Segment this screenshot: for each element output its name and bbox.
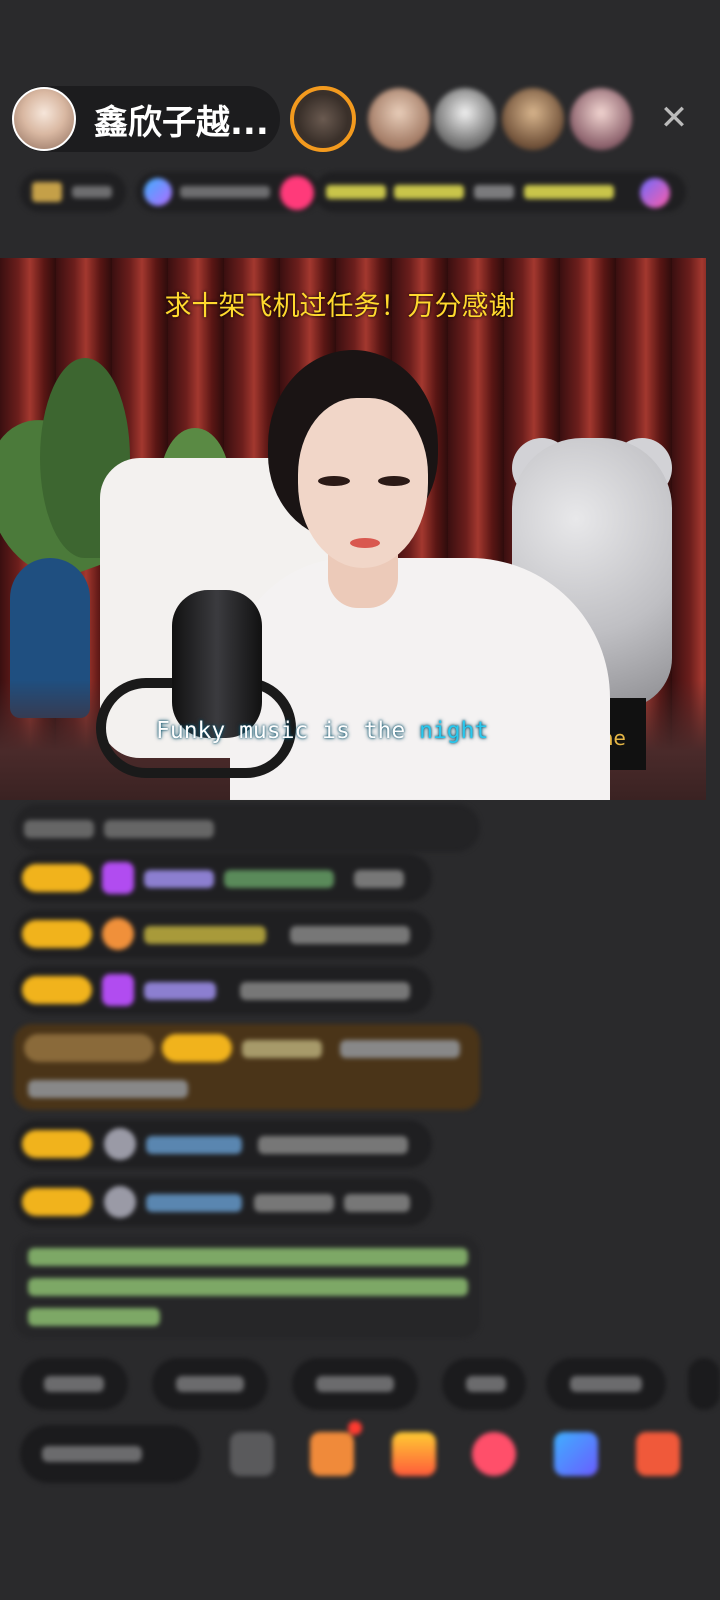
lyric-highlight: night	[419, 718, 489, 744]
system-notice	[14, 1236, 480, 1338]
heart-gift-icon[interactable]	[472, 1432, 516, 1476]
viewer-avatar-4[interactable]	[502, 88, 564, 150]
announcement-chip[interactable]	[314, 172, 686, 212]
viewer-avatar-2[interactable]	[368, 88, 430, 150]
live-video[interactable]: me 求十架飞机过任务！万分感谢 Funky music is the nigh…	[0, 258, 706, 800]
lyric-text: Funky music is the	[156, 718, 420, 744]
gift-bag-icon[interactable]	[310, 1432, 354, 1476]
quick-reply-chip[interactable]	[20, 1358, 128, 1410]
list-item[interactable]	[14, 910, 432, 958]
gift-box-icon[interactable]	[392, 1432, 436, 1476]
list-item[interactable]	[14, 804, 480, 852]
fans-chip[interactable]	[136, 172, 320, 212]
header-info-row	[20, 172, 686, 216]
streamer-face	[298, 398, 428, 568]
close-icon[interactable]: ✕	[654, 98, 694, 138]
host-avatar[interactable]	[12, 87, 76, 151]
game-icon[interactable]	[554, 1432, 598, 1476]
more-icon[interactable]	[636, 1432, 680, 1476]
list-item[interactable]	[14, 1178, 432, 1226]
host-info-pill[interactable]: 鑫欣子越...	[12, 86, 280, 152]
lyric-line: Funky music is the night	[156, 718, 488, 744]
list-item[interactable]	[14, 966, 432, 1014]
microphone	[172, 590, 262, 738]
stream-caption: 求十架飞机过任务！万分感谢	[164, 291, 516, 322]
quick-reply-chip[interactable]	[442, 1358, 526, 1410]
viewer-avatar-3[interactable]	[434, 88, 496, 150]
quick-reply-chip[interactable]	[152, 1358, 268, 1410]
viewer-avatar-5[interactable]	[570, 88, 632, 150]
quick-reply-chip[interactable]	[546, 1358, 666, 1410]
list-item[interactable]	[14, 1024, 480, 1110]
list-item[interactable]	[14, 854, 432, 902]
host-name: 鑫欣子越...	[94, 102, 269, 143]
emoji-icon[interactable]	[230, 1432, 274, 1476]
quick-reply-chip[interactable]	[292, 1358, 418, 1410]
list-item[interactable]	[14, 1120, 432, 1168]
rank-chip[interactable]	[20, 172, 126, 212]
notification-dot	[348, 1421, 362, 1435]
chat-input[interactable]	[20, 1425, 200, 1483]
streamer-body	[230, 558, 610, 800]
quick-reply-chip[interactable]	[688, 1358, 720, 1410]
viewer-avatar-1[interactable]	[290, 86, 356, 152]
